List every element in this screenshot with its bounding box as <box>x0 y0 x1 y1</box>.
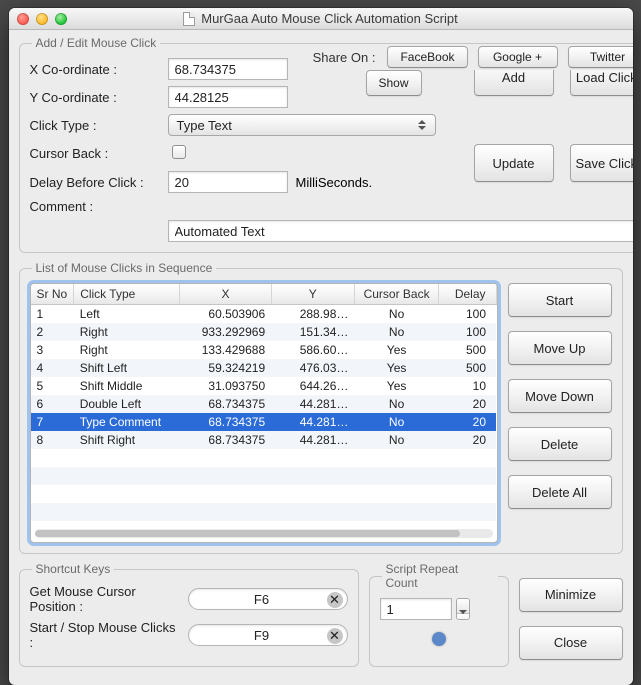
col-click-type[interactable]: Click Type <box>74 284 180 305</box>
update-button[interactable]: Update <box>474 144 554 182</box>
cursor-back-checkbox[interactable] <box>172 145 186 159</box>
x-label: X Co-ordinate : <box>30 62 160 77</box>
comment-input[interactable] <box>168 220 633 242</box>
get-pos-value: F6 <box>201 592 323 607</box>
table-row[interactable] <box>31 449 497 467</box>
table-row[interactable]: 7Type Comment68.73437544.281…No20 <box>31 413 497 431</box>
col-sr[interactable]: Sr No <box>31 284 74 305</box>
table-row[interactable]: 1Left60.503906288.98…No100 <box>31 305 497 324</box>
close-icon[interactable] <box>17 13 29 25</box>
delay-input[interactable] <box>168 171 288 193</box>
start-stop-label: Start / Stop Mouse Clicks : <box>30 620 180 650</box>
start-button[interactable]: Start <box>508 283 612 317</box>
close-button[interactable]: Close <box>519 626 623 660</box>
chevron-updown-icon <box>415 115 429 135</box>
click-list-table[interactable]: Sr No Click Type X Y Cursor Back Delay 1… <box>30 283 498 543</box>
edit-click-legend: Add / Edit Mouse Click <box>32 36 161 50</box>
facebook-button[interactable]: FaceBook <box>387 46 467 68</box>
click-type-label: Click Type : <box>30 118 160 133</box>
clear-icon[interactable]: ✕ <box>327 628 343 644</box>
table-row[interactable]: 6Double Left68.73437544.281…No20 <box>31 395 497 413</box>
comment-label: Comment : <box>30 199 160 214</box>
y-label: Y Co-ordinate : <box>30 90 160 105</box>
start-stop-value: F9 <box>201 628 323 643</box>
share-label: Share On : <box>313 50 376 65</box>
edit-click-group: Add / Edit Mouse Click Share On : FaceBo… <box>19 36 633 253</box>
status-dot-icon <box>432 632 446 646</box>
scroll-thumb[interactable] <box>35 530 461 537</box>
app-window: MurGaa Auto Mouse Click Automation Scrip… <box>9 8 633 685</box>
get-pos-field[interactable]: F6 ✕ <box>188 588 348 610</box>
titlebar[interactable]: MurGaa Auto Mouse Click Automation Scrip… <box>9 8 633 30</box>
table-row[interactable]: 8Shift Right68.73437544.281…No20 <box>31 431 497 449</box>
delay-unit: MilliSeconds. <box>296 175 373 190</box>
chevron-down-icon[interactable] <box>457 614 469 620</box>
delete-all-button[interactable]: Delete All <box>508 475 612 509</box>
window-title: MurGaa Auto Mouse Click Automation Scrip… <box>201 11 458 26</box>
twitter-button[interactable]: Twitter <box>568 46 633 68</box>
move-up-button[interactable]: Move Up <box>508 331 612 365</box>
zoom-icon[interactable] <box>55 13 67 25</box>
col-x[interactable]: X <box>180 284 271 305</box>
table-row[interactable]: 3Right133.429688586.60…Yes500 <box>31 341 497 359</box>
repeat-count-input[interactable] <box>380 598 452 620</box>
table-header-row: Sr No Click Type X Y Cursor Back Delay <box>31 284 497 305</box>
click-type-value: Type Text <box>177 118 232 133</box>
delete-button[interactable]: Delete <box>508 427 612 461</box>
click-list-group: List of Mouse Clicks in Sequence Sr No C… <box>19 261 623 554</box>
stepper-arrows[interactable] <box>456 598 470 620</box>
table-row[interactable]: 4Shift Left59.324219476.03…Yes500 <box>31 359 497 377</box>
table-row[interactable] <box>31 467 497 485</box>
shortcut-keys-group: Shortcut Keys Get Mouse Cursor Position … <box>19 562 359 667</box>
delay-label: Delay Before Click : <box>30 175 160 190</box>
minimize-icon[interactable] <box>36 13 48 25</box>
start-stop-field[interactable]: F9 ✕ <box>188 624 348 646</box>
show-button[interactable]: Show <box>366 70 422 96</box>
shortcut-keys-legend: Shortcut Keys <box>32 562 115 576</box>
table-row[interactable] <box>31 503 497 521</box>
repeat-count-group: Script Repeat Count <box>369 562 509 667</box>
document-icon <box>183 12 195 26</box>
horizontal-scrollbar[interactable] <box>35 529 493 538</box>
cursor-back-label: Cursor Back : <box>30 146 160 161</box>
col-y[interactable]: Y <box>271 284 354 305</box>
y-input[interactable] <box>168 86 288 108</box>
save-clicks-button[interactable]: Save Clicks <box>570 144 633 182</box>
move-down-button[interactable]: Move Down <box>508 379 612 413</box>
traffic-lights <box>9 13 67 25</box>
repeat-count-legend: Script Repeat Count <box>382 562 498 590</box>
google-plus-button[interactable]: Google + <box>478 46 558 68</box>
x-input[interactable] <box>168 58 288 80</box>
table-row[interactable] <box>31 485 497 503</box>
table-row[interactable]: 5Shift Middle31.093750644.26…Yes10 <box>31 377 497 395</box>
clear-icon[interactable]: ✕ <box>327 592 343 608</box>
col-delay[interactable]: Delay <box>439 284 496 305</box>
minimize-button[interactable]: Minimize <box>519 578 623 612</box>
col-cursor-back[interactable]: Cursor Back <box>354 284 438 305</box>
table-row[interactable]: 2Right933.292969151.34…No100 <box>31 323 497 341</box>
click-type-select[interactable]: Type Text <box>168 114 436 136</box>
get-pos-label: Get Mouse Cursor Position : <box>30 584 180 614</box>
click-list-legend: List of Mouse Clicks in Sequence <box>32 261 217 275</box>
